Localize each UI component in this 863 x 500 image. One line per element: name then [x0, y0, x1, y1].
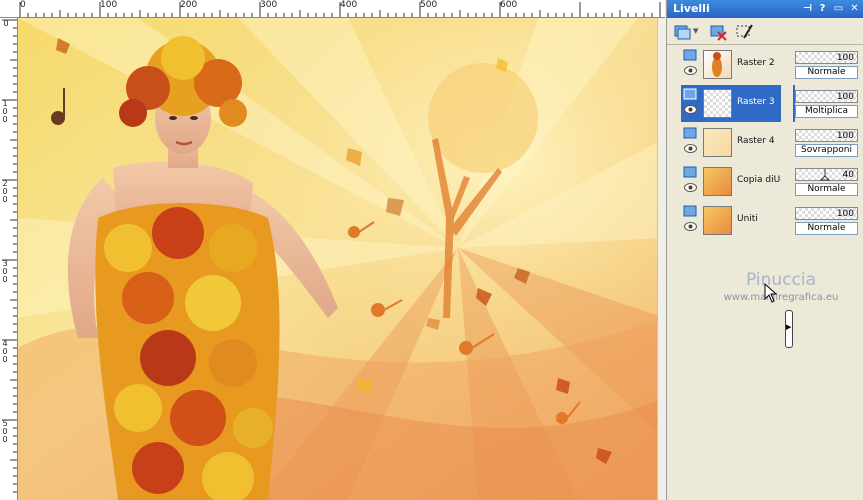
- opacity-slider[interactable]: 40: [795, 168, 858, 181]
- delete-layer-button[interactable]: [707, 21, 731, 43]
- autumn-artwork: [18, 18, 665, 500]
- ruler-top[interactable]: 0 100 200 300 400 500 600: [0, 0, 665, 18]
- watermark-url: www.maidiregrafica.eu: [723, 292, 839, 303]
- layer-thumbnail: [703, 50, 732, 79]
- opacity-value: 100: [836, 209, 854, 219]
- layer-thumbnail: [703, 167, 732, 196]
- opacity-slider[interactable]: 100: [795, 129, 858, 142]
- layer-properties: 100 Normale ▶: [793, 46, 863, 83]
- opacity-slider[interactable]: 100: [795, 90, 858, 103]
- layer-properties: 40 Normale ▶: [793, 163, 863, 200]
- new-layer-button[interactable]: [671, 21, 695, 43]
- layer-type-icon: [683, 88, 697, 100]
- ruler-top-ticks: [19, 2, 661, 17]
- splitter-grip[interactable]: ▶: [785, 310, 793, 348]
- blend-mode-select[interactable]: Normale: [795, 183, 858, 196]
- layer-type-icon: [683, 127, 697, 139]
- eye-icon[interactable]: [684, 105, 697, 114]
- mouse-cursor-icon: [764, 283, 778, 303]
- layers-panel-title: Livelli: [673, 2, 710, 15]
- opacity-slider[interactable]: 100: [795, 51, 858, 64]
- blend-mode-select[interactable]: Moltiplica: [795, 105, 858, 118]
- layer-properties: 100 Normale ▶: [793, 202, 863, 239]
- vertical-scrollbar[interactable]: [657, 18, 666, 500]
- eye-icon[interactable]: [684, 66, 697, 75]
- layer-properties: 100 Moltiplica ▶: [793, 85, 863, 122]
- layers-toolbar: ▼: [667, 18, 863, 45]
- blend-mode-select[interactable]: Normale: [795, 222, 858, 235]
- layer-row[interactable]: Copia diUni: [681, 163, 795, 200]
- layer-thumbnail: [703, 206, 732, 235]
- eye-icon[interactable]: [684, 183, 697, 192]
- eye-icon[interactable]: [684, 144, 697, 153]
- layer-row[interactable]: Uniti: [681, 202, 795, 239]
- close-icon[interactable]: ✕: [848, 2, 861, 15]
- ruler-left-ticks: [2, 19, 17, 493]
- ruler-left[interactable]: 0 1 0 0 2 0 0 3 0 0 4 0 0 5 0 0: [0, 18, 18, 500]
- edit-selection-button[interactable]: [733, 21, 757, 43]
- opacity-value: 100: [836, 53, 854, 63]
- layer-type-icon: [683, 166, 697, 178]
- pin-icon[interactable]: ⊣: [801, 2, 814, 15]
- new-layer-icon: [674, 25, 691, 40]
- minimize-icon[interactable]: ▭: [832, 2, 845, 15]
- layer-properties: 100 Sovrapponi ▶: [793, 124, 863, 161]
- layer-type-icon: [683, 49, 697, 61]
- opacity-slider[interactable]: 100: [795, 207, 858, 220]
- eye-icon[interactable]: [684, 222, 697, 231]
- dropdown-arrow-icon[interactable]: ▼: [693, 27, 698, 35]
- opacity-value: 100: [836, 92, 854, 102]
- watermark-title: Pinuccia: [746, 270, 816, 290]
- image-canvas[interactable]: [18, 18, 665, 500]
- layer-list: Raster 2 Raster 3 Raster 4 Copia diUni U…: [681, 46, 795, 246]
- layers-panel: Livelli ⊣ ? ▭ ✕ ▼ Raster 2 Raster 3 Rast…: [666, 0, 863, 500]
- blend-mode-select[interactable]: Normale: [795, 66, 858, 79]
- opacity-value: 100: [836, 131, 854, 141]
- layer-row-selected[interactable]: Raster 3: [681, 85, 795, 122]
- layer-row[interactable]: Raster 4: [681, 124, 795, 161]
- layer-thumbnail: [703, 89, 732, 118]
- slider-thumb-icon[interactable]: [820, 169, 830, 181]
- selection-brush-icon: [736, 24, 753, 39]
- watermark: Pinuccia www.maidiregrafica.eu: [706, 270, 856, 303]
- layers-panel-titlebar[interactable]: Livelli ⊣ ? ▭ ✕: [667, 0, 863, 18]
- delete-layer-icon: [710, 25, 727, 41]
- blend-mode-select[interactable]: Sovrapponi: [795, 144, 858, 157]
- opacity-value: 40: [842, 170, 854, 180]
- layer-thumbnail: [703, 128, 732, 157]
- help-icon[interactable]: ?: [816, 2, 829, 15]
- layer-row[interactable]: Raster 2: [681, 46, 795, 83]
- layer-type-icon: [683, 205, 697, 217]
